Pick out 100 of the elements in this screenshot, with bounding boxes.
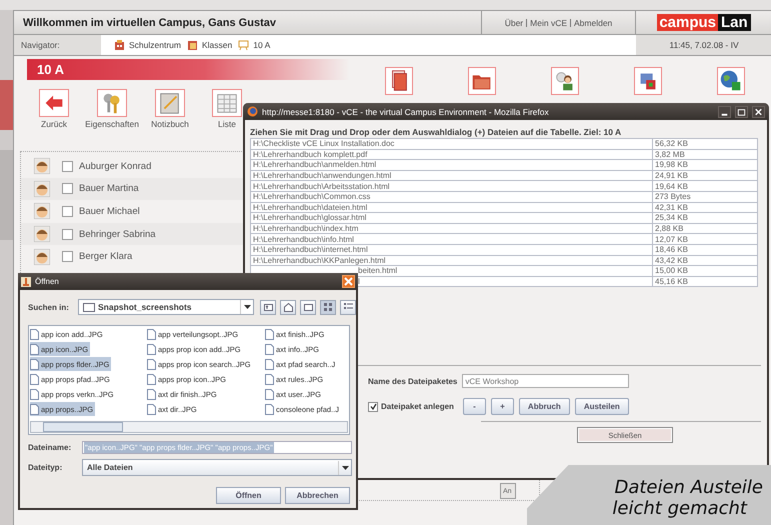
folder-dropdown[interactable]: Snapshot_screenshots (78, 299, 254, 315)
home-icon[interactable] (282, 302, 294, 312)
logo: campus Lan (657, 14, 751, 31)
checkbox[interactable] (62, 183, 73, 194)
scrollbar[interactable] (30, 421, 348, 433)
avatar-icon (34, 203, 50, 220)
breadcrumb-link[interactable]: 10 A (253, 40, 270, 50)
table-cell: 18,46 KB (652, 244, 758, 256)
student-name: Auburger Konrad (79, 160, 152, 172)
button[interactable]: - (462, 398, 486, 416)
field-label: Dateiname: (28, 443, 72, 452)
checkbox[interactable] (368, 402, 378, 412)
board-icon (238, 39, 250, 51)
header-link[interactable]: Über (502, 18, 526, 26)
dropdown-value: Snapshot_screenshots (98, 302, 193, 312)
button[interactable]: Austeilen (574, 398, 629, 416)
notebook-icon (155, 89, 185, 117)
toolbar-button[interactable]: Zurück (39, 89, 69, 129)
table-icon (212, 89, 242, 117)
document-icon (265, 358, 274, 370)
welcome-title: Willkommen im virtuellen Campus, Gans Gustav (14, 11, 482, 34)
maximize-icon[interactable] (736, 106, 747, 116)
table-cell: 3,82 MB (652, 149, 758, 160)
table-cell: 56,32 KB (652, 138, 758, 150)
document-icon[interactable] (385, 67, 413, 95)
table-cell: H:\Lehrerhandbuch\internet.html (250, 244, 652, 256)
table-cell: H:\Lehrerhandbuch\anwendungen.html (250, 170, 652, 181)
document-icon (147, 358, 156, 370)
avatar-icon (34, 180, 50, 197)
window-title: Öffnen (35, 277, 60, 286)
student-name: Bauer Martina (79, 183, 139, 194)
table-cell: 12,07 KB (652, 234, 758, 244)
firefox-icon (247, 106, 258, 117)
new-folder-icon[interactable] (302, 302, 314, 312)
instruction-text: Ziehen Sie mit Drag und Drop oder dem Auswahldialog (+) Dateien auf die Tabelle. Ziel: 10 A (250, 127, 622, 138)
grid-view-icon[interactable] (322, 302, 334, 312)
callout-text: Dateien Austeile (614, 477, 763, 498)
table-cell: H:\Lehrerhandbuch\KKPanlegen.html (250, 255, 652, 266)
table-cell: H:\Checkliste vCE Linux Installation.doc (250, 138, 652, 150)
table-cell: 42,31 KB (652, 202, 758, 213)
checkbox[interactable] (62, 251, 73, 262)
checkbox[interactable] (62, 206, 73, 217)
document-icon (147, 404, 156, 414)
document-icon (265, 404, 274, 414)
application-icon[interactable] (634, 67, 662, 95)
document-icon (147, 374, 156, 384)
table-cell: H:\Lehrerhandbuch\glossar.html (250, 212, 652, 224)
table-cell: H:\Lehrerhandbuch\index.htm (250, 223, 652, 234)
clock-text: 11:45, 7.02.08 - IV (636, 35, 771, 55)
window-title: http://messe1:8180 - vCE - the virtual Campus Environment - Mozilla Firefox (262, 106, 550, 116)
details-view-icon[interactable] (342, 302, 354, 312)
field-label: Suchen in: (28, 302, 70, 312)
class-banner: 10 A (27, 59, 350, 80)
building-icon (114, 39, 125, 51)
header-link[interactable]: Abmelden (570, 18, 616, 26)
check-icon (370, 403, 376, 410)
header-link[interactable]: Mein vCE (526, 18, 570, 26)
table-cell: H:\Lehrerhandbuch\anmelden.html (250, 160, 652, 170)
table-cell: 273 Bytes (652, 191, 758, 202)
button[interactable]: Öffnen (216, 487, 281, 504)
document-icon (265, 374, 274, 384)
button[interactable]: Abbrechen (285, 487, 350, 504)
table-cell: 43,42 KB (652, 255, 758, 266)
document-icon (147, 344, 156, 354)
close-icon[interactable] (753, 106, 764, 116)
button[interactable]: + (490, 398, 514, 416)
caret-icon (342, 466, 348, 470)
table-cell: H:\Lehrerhandbuch komplett.pdf (250, 149, 652, 160)
table-cell: H:\Lehrerhandbuch\Arbeitsstation.html (250, 180, 652, 192)
table-cell: 25,34 KB (652, 212, 758, 224)
student-name: Behringer Sabrina (79, 228, 156, 240)
caret-icon (244, 305, 250, 309)
breadcrumb-link[interactable]: Klassen (202, 40, 232, 50)
table-cell: 2,88 KB (652, 223, 758, 234)
table-cell: 19,98 KB (652, 160, 758, 170)
table-cell: 19,64 KB (652, 180, 758, 192)
filetype-dropdown[interactable]: Alle Dateien (82, 459, 352, 476)
person-icon[interactable] (551, 67, 579, 95)
table-cell: H:\Lehrerhandbuch\dateien.html (250, 202, 652, 213)
student-name: Berger Klara (79, 251, 132, 262)
breadcrumb-link[interactable]: Schulzentrum (129, 40, 181, 50)
checkbox[interactable] (62, 160, 73, 172)
folder-up-icon[interactable] (262, 302, 274, 312)
document-icon (147, 328, 156, 340)
globe-icon[interactable] (717, 67, 745, 95)
navigator-label: Navigator: (14, 35, 101, 55)
checkbox-label: Dateipaket anlegen (381, 402, 454, 412)
document-icon (147, 388, 156, 400)
table-cell: H:\Lehrerhandbuch\info.html (250, 234, 652, 244)
input-field[interactable]: vCE Workshop (462, 374, 630, 388)
avatar-icon (34, 248, 50, 265)
field-label: Name des Dateipaketes (368, 376, 458, 386)
student-name: Bauer Michael (79, 206, 140, 217)
button[interactable]: Abbruch (518, 398, 570, 416)
avatar-icon (34, 158, 50, 174)
toolbar-button[interactable]: Liste (212, 89, 242, 129)
checkbox[interactable] (62, 228, 73, 240)
toolbar-button[interactable]: Notizbuch (151, 89, 189, 129)
toolbar-button[interactable]: Eigenschaften (85, 89, 139, 129)
avatar-icon (34, 226, 50, 242)
